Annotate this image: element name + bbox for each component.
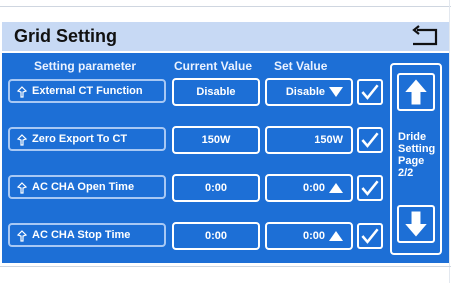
check-icon[interactable] (357, 223, 383, 249)
param-label: AC CHA Stop Time (32, 229, 131, 241)
param-ac-cha-stop-time[interactable]: AC CHA Stop Time (8, 223, 166, 247)
pin-icon (16, 230, 28, 242)
param-ac-cha-open-time[interactable]: AC CHA Open Time (8, 175, 166, 199)
check-icon[interactable] (357, 175, 383, 201)
arrow-down-icon[interactable] (397, 205, 435, 243)
header-set-value: Set Value (274, 59, 328, 73)
back-arrow-icon[interactable] (409, 24, 441, 48)
set-value-zero-export[interactable]: 150W (265, 126, 353, 154)
triangle-down-icon (329, 87, 343, 97)
header-current-value: Current Value (174, 59, 253, 73)
page-title: Grid Setting (14, 26, 117, 46)
current-value-open-time: 0:00 (172, 174, 260, 202)
pin-icon (16, 134, 28, 146)
param-zero-export-to-ct[interactable]: Zero Export To CT (8, 127, 166, 151)
check-icon[interactable] (357, 127, 383, 153)
bottom-divider (0, 266, 451, 267)
set-value-open-time[interactable]: 0:00 (265, 174, 353, 202)
title-bar: Grid Setting (2, 22, 449, 51)
check-icon[interactable] (357, 79, 383, 105)
triangle-up-icon (329, 183, 343, 193)
top-divider (0, 0, 451, 7)
set-value-stop-time[interactable]: 0:00 (265, 222, 353, 250)
arrow-up-icon[interactable] (397, 73, 435, 111)
right-edge (449, 0, 450, 283)
current-value-external-ct: Disable (172, 78, 260, 106)
pin-icon (16, 86, 28, 98)
param-label: External CT Function (32, 85, 143, 97)
page-navigator: Dride Setting Page 2/2 (390, 63, 442, 255)
triangle-up-icon (329, 231, 343, 241)
param-label: AC CHA Open Time (32, 181, 135, 193)
param-external-ct-function[interactable]: External CT Function (8, 79, 166, 103)
current-value-stop-time: 0:00 (172, 222, 260, 250)
param-label: Zero Export To CT (32, 133, 128, 145)
page-indicator: Dride Setting Page 2/2 (398, 131, 436, 179)
set-value-external-ct[interactable]: Disable (265, 78, 353, 106)
pin-icon (16, 182, 28, 194)
settings-panel: Setting parameter Current Value Set Valu… (2, 53, 449, 263)
header-setting-parameter: Setting parameter (34, 59, 137, 73)
current-value-zero-export: 150W (172, 126, 260, 154)
